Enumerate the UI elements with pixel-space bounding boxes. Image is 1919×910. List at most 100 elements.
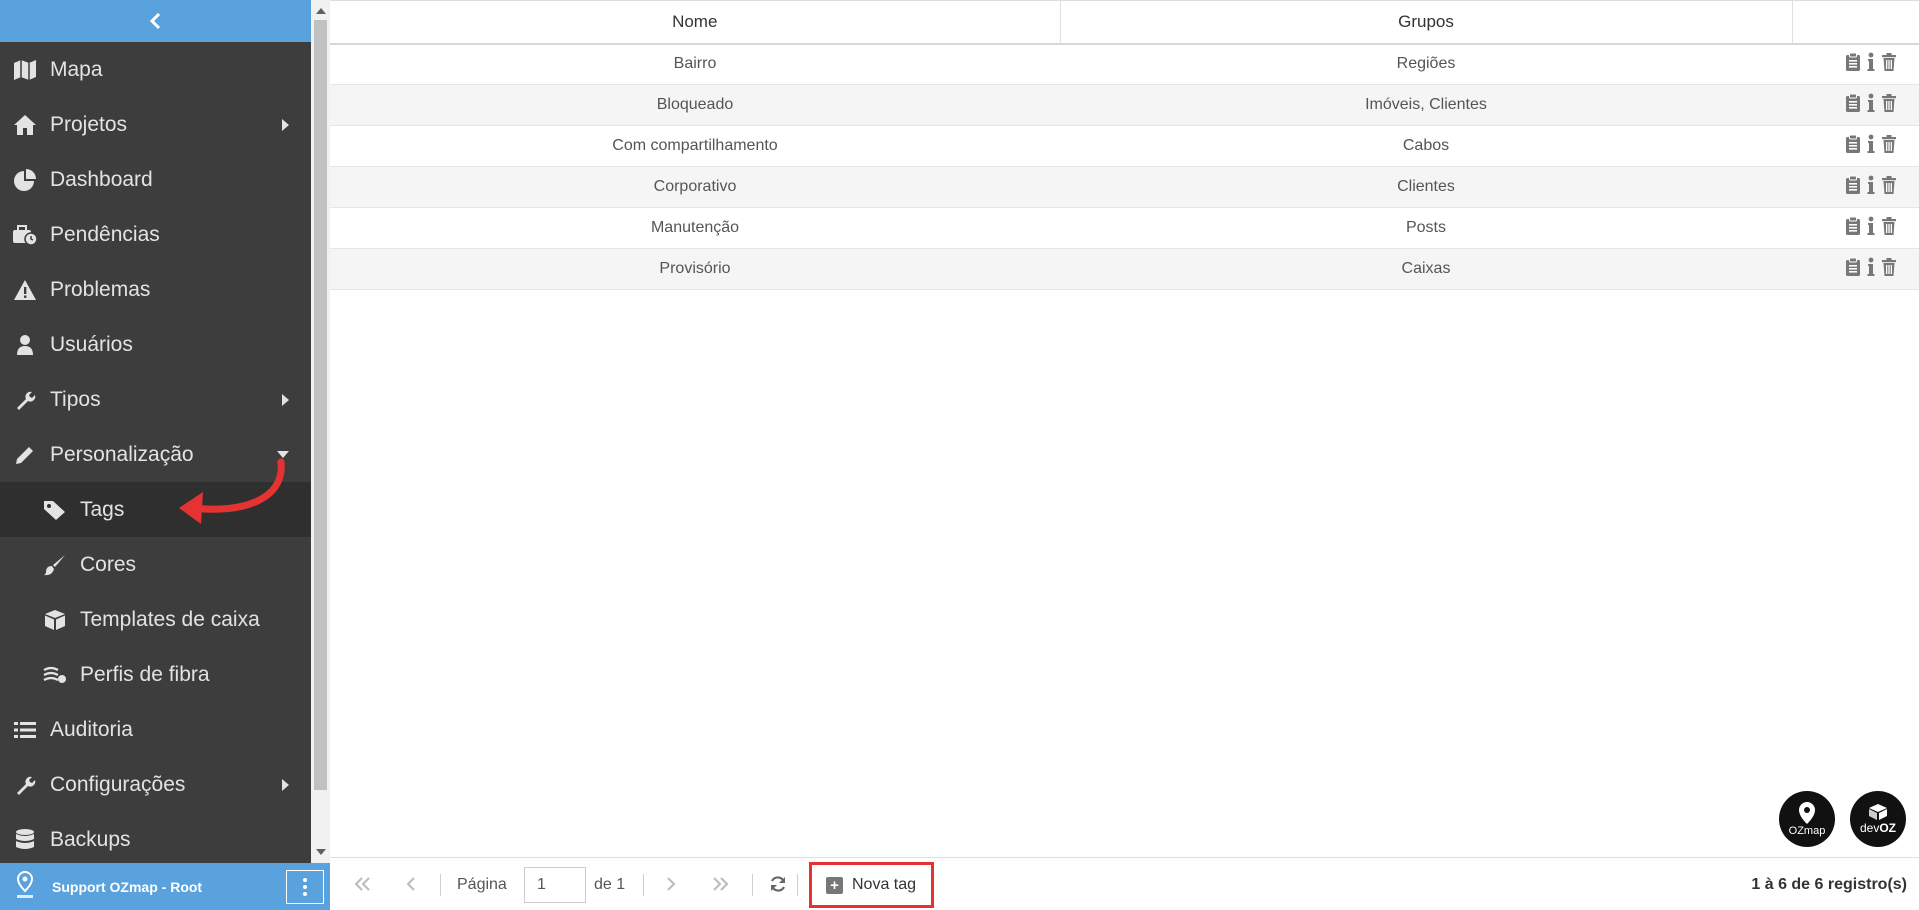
new-tag-button[interactable]: + Nova tag [809, 862, 934, 908]
sidebar-item-templates-de-caixa[interactable]: Templates de caixa [0, 592, 311, 647]
cell-grupos: Imóveis, Clientes [1060, 84, 1792, 126]
cell-nome: Manutenção [330, 207, 1060, 249]
column-header-actions [1791, 0, 1919, 45]
trash-icon[interactable] [1881, 257, 1897, 282]
sidebar-item-problemas[interactable]: Problemas [0, 262, 311, 317]
cell-actions [1792, 207, 1919, 249]
chevron-left-icon [149, 13, 160, 29]
info-icon[interactable] [1867, 257, 1875, 282]
devoz-prefix: dev [1859, 821, 1880, 835]
clipboard-icon[interactable] [1845, 175, 1861, 200]
table-row[interactable]: Provisório Caixas [330, 248, 1919, 290]
cell-grupos: Regiões [1060, 43, 1792, 85]
chevron-left-icon [406, 877, 415, 891]
info-icon[interactable] [1867, 52, 1875, 77]
previous-page-button[interactable] [400, 873, 422, 895]
first-page-button[interactable] [351, 873, 373, 895]
refresh-button[interactable] [767, 873, 789, 895]
table-body: Bairro Regiões Bloqueado Imóveis, Clientes C… [330, 43, 1919, 290]
column-header-nome[interactable]: Nome [330, 0, 1060, 45]
scroll-up-icon[interactable] [316, 8, 326, 14]
list-icon [12, 717, 38, 743]
sidebar-item-label: Backups [50, 827, 131, 851]
trash-icon[interactable] [1881, 175, 1897, 200]
info-icon[interactable] [1867, 134, 1875, 159]
page-label: Página [457, 876, 507, 893]
next-page-button[interactable] [660, 873, 682, 895]
sidebar-item-label: Dashboard [50, 167, 153, 191]
cell-nome: Corporativo [330, 166, 1060, 208]
cell-actions [1792, 166, 1919, 208]
pagination-footer: Página de 1 + Nova tag 1 à 6 de 6 regist… [330, 857, 1919, 910]
cell-grupos: Caixas [1060, 248, 1792, 290]
table-header-row: Nome Grupos [330, 0, 1919, 45]
ozmap-logo-icon [14, 870, 36, 901]
paint-brush-icon [42, 552, 68, 578]
sidebar-item-personalizacao[interactable]: Personalização [0, 427, 311, 482]
sidebar: Mapa Projetos Dashboard Pendências Probl… [0, 0, 311, 910]
sidebar-collapse-button[interactable] [0, 0, 311, 42]
sidebar-item-label: Templates de caixa [80, 607, 260, 631]
sidebar-item-tags[interactable]: Tags [0, 482, 311, 537]
sidebar-item-mapa[interactable]: Mapa [0, 42, 311, 97]
sidebar-item-backups[interactable]: Backups [0, 812, 311, 867]
ozmap-brand-logo[interactable]: OZmap [1779, 791, 1835, 847]
sidebar-item-perfis-de-fibra[interactable]: Perfis de fibra [0, 647, 311, 702]
clipboard-icon[interactable] [1845, 52, 1861, 77]
caret-right-icon [282, 393, 289, 406]
clipboard-icon[interactable] [1845, 93, 1861, 118]
scroll-down-icon[interactable] [316, 849, 326, 855]
dot-icon [303, 878, 307, 882]
table-row[interactable]: Manutenção Posts [330, 207, 1919, 249]
page-number-input[interactable] [524, 867, 586, 903]
fiber-icon [42, 662, 68, 688]
home-icon [12, 112, 38, 138]
sidebar-scrollbar[interactable] [311, 0, 330, 863]
trash-icon[interactable] [1881, 216, 1897, 241]
database-icon [12, 827, 38, 853]
user-name: Support OZmap - Root [52, 878, 203, 895]
trash-icon[interactable] [1881, 93, 1897, 118]
pencil-icon [12, 442, 38, 468]
clipboard-icon[interactable] [1845, 216, 1861, 241]
sidebar-item-label: Personalização [50, 442, 194, 466]
clipboard-icon[interactable] [1845, 134, 1861, 159]
sidebar-item-label: Cores [80, 552, 137, 576]
sidebar-item-auditoria[interactable]: Auditoria [0, 702, 311, 757]
sidebar-item-projetos[interactable]: Projetos [0, 97, 311, 152]
table-row[interactable]: Bloqueado Imóveis, Clientes [330, 84, 1919, 126]
cube-icon [42, 607, 68, 633]
table-row[interactable]: Corporativo Clientes [330, 166, 1919, 208]
table-row[interactable]: Com compartilhamento Cabos [330, 125, 1919, 167]
user-menu-button[interactable] [286, 870, 324, 904]
cell-actions [1792, 84, 1919, 126]
sidebar-item-label: Tipos [50, 387, 101, 411]
sidebar-item-cores[interactable]: Cores [0, 537, 311, 592]
user-bar: Support OZmap - Root [0, 863, 330, 910]
plus-square-icon: + [826, 876, 843, 894]
column-header-grupos[interactable]: Grupos [1059, 0, 1792, 45]
table-row[interactable]: Bairro Regiões [330, 43, 1919, 85]
sidebar-item-tipos[interactable]: Tipos [0, 372, 311, 427]
info-icon[interactable] [1867, 93, 1875, 118]
sidebar-item-configuracoes[interactable]: Configurações [0, 757, 311, 812]
sidebar-item-usuarios[interactable]: Usuários [0, 317, 311, 372]
sidebar-item-pendencias[interactable]: Pendências [0, 207, 311, 262]
cell-nome: Bairro [330, 43, 1060, 85]
devoz-brand-logo[interactable]: devOZ [1850, 791, 1906, 847]
info-icon[interactable] [1867, 175, 1875, 200]
scrollbar-thumb[interactable] [314, 20, 327, 790]
pagination-divider [643, 874, 644, 896]
info-icon[interactable] [1867, 216, 1875, 241]
last-page-button[interactable] [710, 873, 732, 895]
trash-icon[interactable] [1881, 134, 1897, 159]
user-icon [12, 332, 38, 358]
clipboard-icon[interactable] [1845, 257, 1861, 282]
tag-icon [42, 497, 68, 523]
sidebar-item-label: Pendências [50, 222, 160, 246]
sidebar-item-dashboard[interactable]: Dashboard [0, 152, 311, 207]
ozmap-brand-text: OZmap [1788, 825, 1826, 837]
caret-right-icon [282, 118, 289, 131]
cell-actions [1792, 248, 1919, 290]
trash-icon[interactable] [1881, 52, 1897, 77]
